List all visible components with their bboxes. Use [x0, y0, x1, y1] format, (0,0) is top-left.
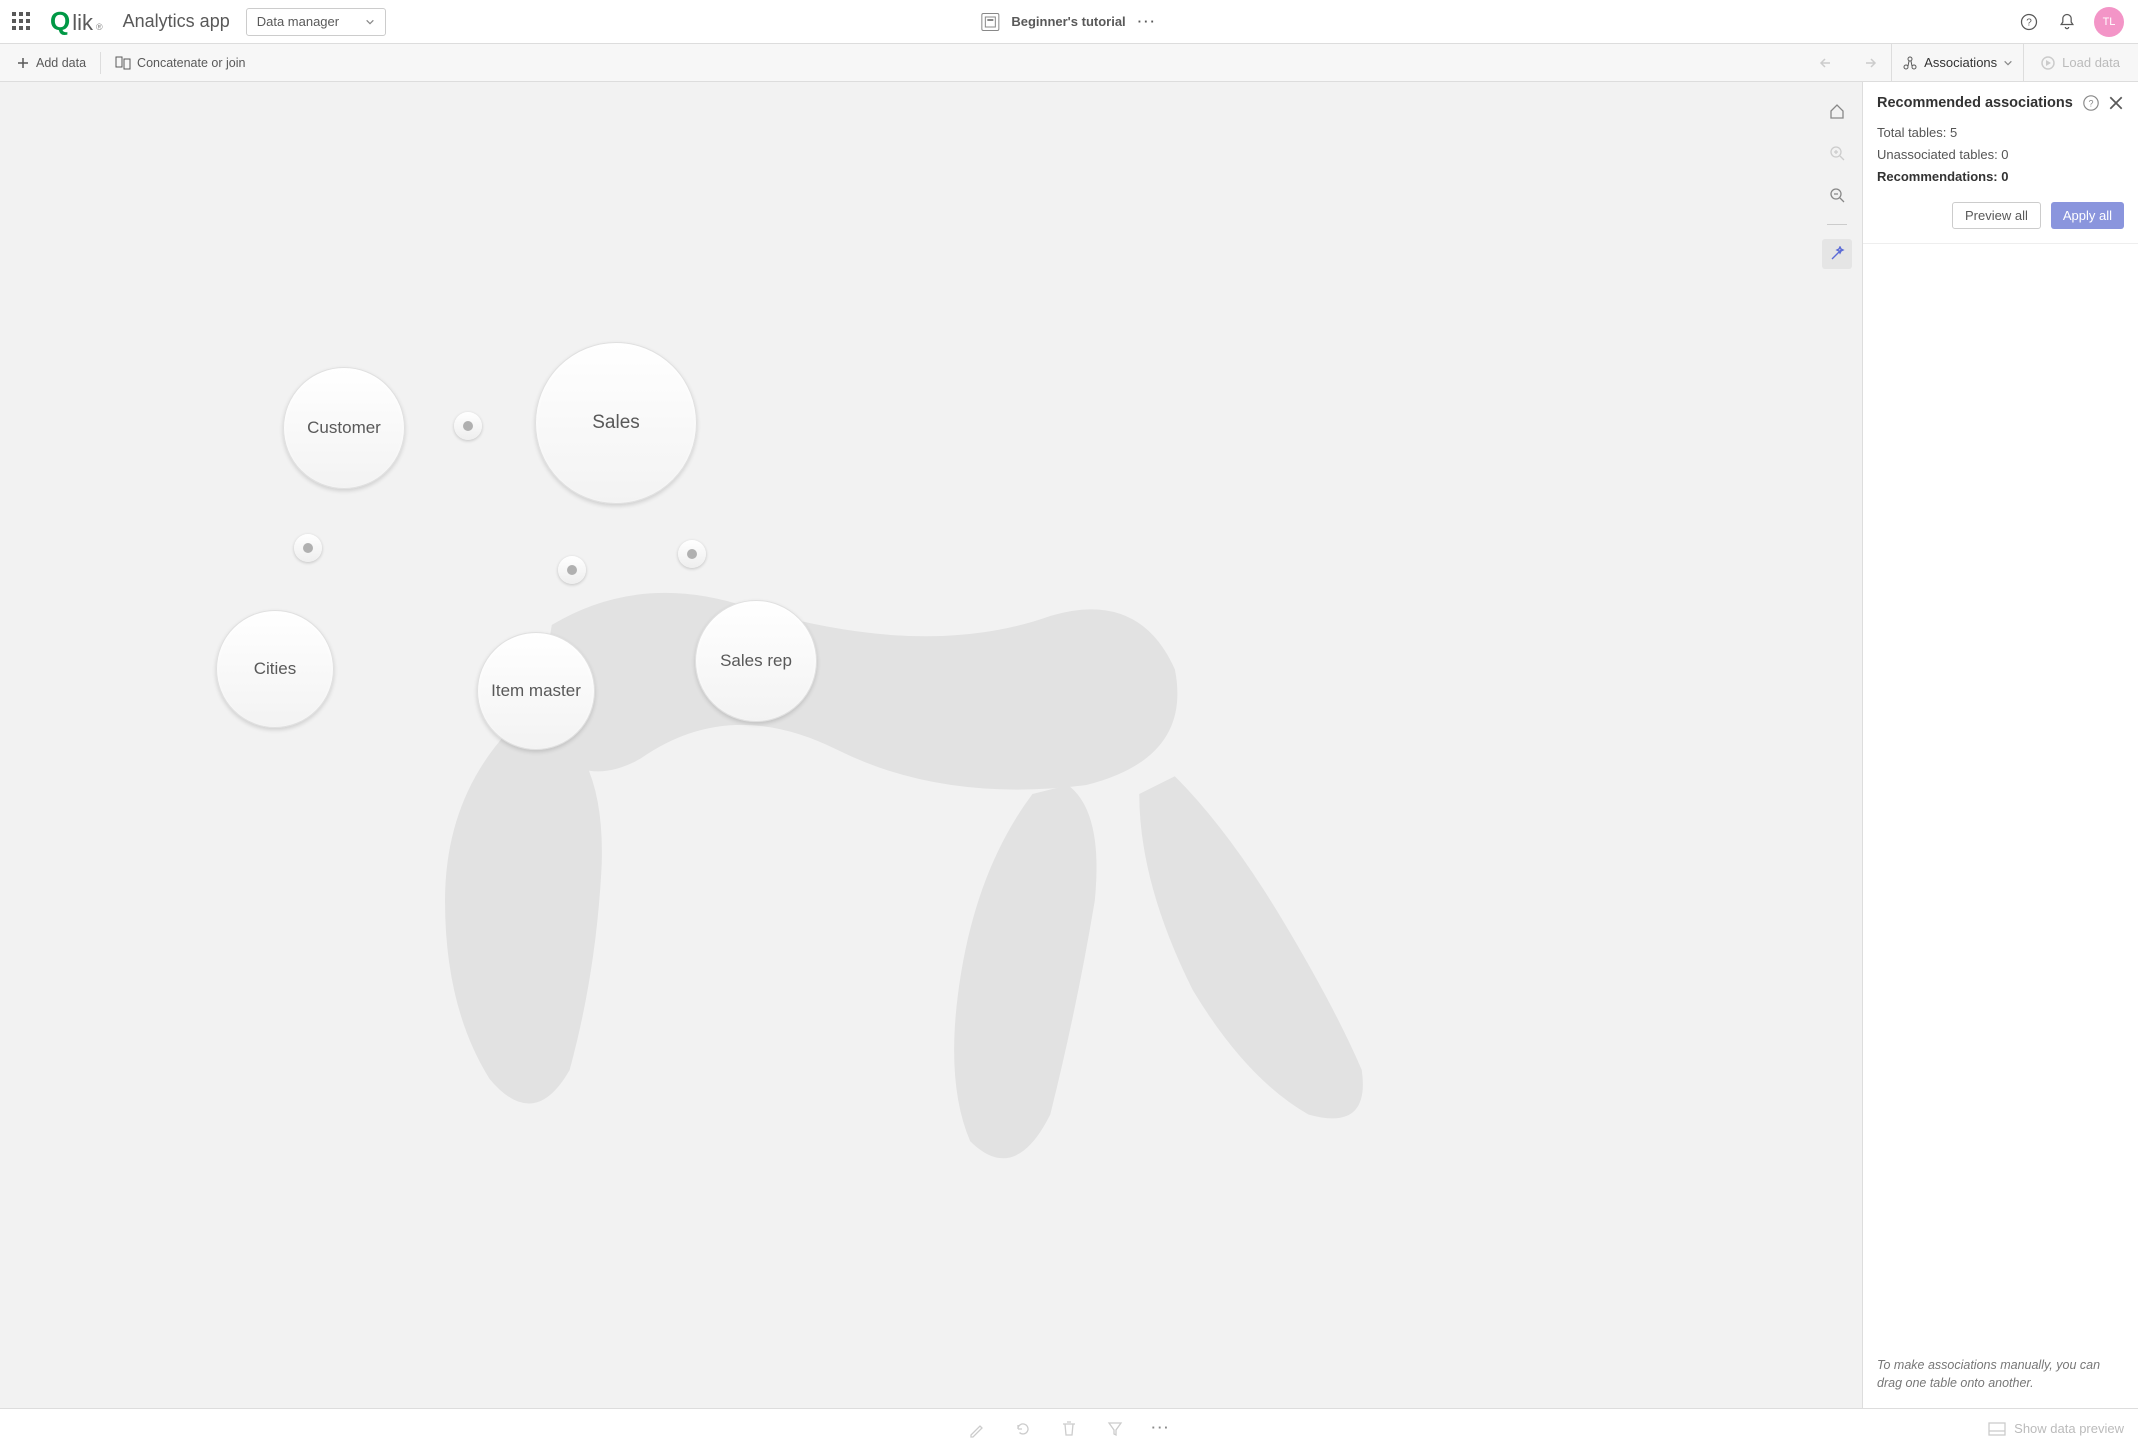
svg-text:?: ?: [2026, 17, 2032, 28]
redo-button: [1851, 52, 1885, 74]
svg-text:?: ?: [2088, 99, 2093, 109]
table-bubble-sales[interactable]: Sales: [535, 342, 697, 504]
bottom-more-icon[interactable]: ···: [1152, 1420, 1171, 1438]
recommendations-value: 0: [2001, 169, 2008, 184]
user-avatar[interactable]: TL: [2094, 7, 2124, 37]
table-bubble-sales-rep[interactable]: Sales rep: [695, 600, 817, 722]
table-bubble-customer[interactable]: Customer: [283, 367, 405, 489]
association-link-dot[interactable]: [454, 412, 482, 440]
panel-title: Recommended associations: [1877, 95, 2074, 111]
concatenate-join-button[interactable]: Concatenate or join: [107, 52, 253, 74]
association-link-dot[interactable]: [678, 540, 706, 568]
concatenate-join-label: Concatenate or join: [137, 56, 245, 70]
total-tables-label: Total tables:: [1877, 125, 1950, 140]
unassociated-label: Unassociated tables:: [1877, 147, 2001, 162]
app-title: Analytics app: [123, 11, 230, 32]
refresh-icon: [1014, 1420, 1032, 1438]
home-zoom-button[interactable]: [1822, 96, 1852, 126]
sheet-icon[interactable]: [981, 13, 999, 31]
unassociated-value: 0: [2001, 147, 2008, 162]
help-icon[interactable]: ?: [2018, 11, 2040, 33]
chevron-down-icon: [2003, 58, 2013, 68]
tutorial-title: Beginner's tutorial: [1011, 14, 1125, 29]
notifications-icon[interactable]: [2056, 11, 2078, 33]
add-data-button[interactable]: Add data: [8, 52, 94, 74]
edit-icon: [968, 1420, 986, 1438]
app-launcher-icon[interactable]: [12, 12, 32, 32]
load-data-label: Load data: [2062, 55, 2120, 70]
undo-button: [1811, 52, 1845, 74]
view-dropdown-label: Data manager: [257, 14, 339, 29]
qlik-logo: Qlik®: [50, 6, 103, 37]
zoom-out-button[interactable]: [1822, 180, 1852, 210]
associations-label: Associations: [1924, 55, 1997, 70]
more-menu-icon[interactable]: ···: [1138, 14, 1157, 29]
total-tables-value: 5: [1950, 125, 1957, 140]
view-dropdown[interactable]: Data manager: [246, 8, 386, 36]
association-link-dot[interactable]: [558, 556, 586, 584]
delete-icon: [1060, 1420, 1078, 1438]
panel-hint: To make associations manually, you can d…: [1863, 1344, 2138, 1408]
apply-all-button[interactable]: Apply all: [2051, 202, 2124, 229]
table-bubble-cities[interactable]: Cities: [216, 610, 334, 728]
recommendations-label: Recommendations:: [1877, 169, 2001, 184]
table-bubble-item-master[interactable]: Item master: [477, 632, 595, 750]
chevron-down-icon: [365, 17, 375, 27]
load-data-button: Load data: [2030, 55, 2130, 71]
filter-icon: [1106, 1420, 1124, 1438]
preview-all-button[interactable]: Preview all: [1952, 202, 2041, 229]
add-data-label: Add data: [36, 56, 86, 70]
show-data-preview-button: Show data preview: [1988, 1421, 2124, 1436]
zoom-in-button: [1822, 138, 1852, 168]
panel-help-icon[interactable]: ?: [2082, 94, 2100, 112]
association-link-dot[interactable]: [294, 534, 322, 562]
associations-dropdown[interactable]: Associations: [1891, 44, 2024, 82]
magic-wand-button[interactable]: [1822, 239, 1852, 269]
panel-close-icon[interactable]: [2108, 95, 2124, 111]
